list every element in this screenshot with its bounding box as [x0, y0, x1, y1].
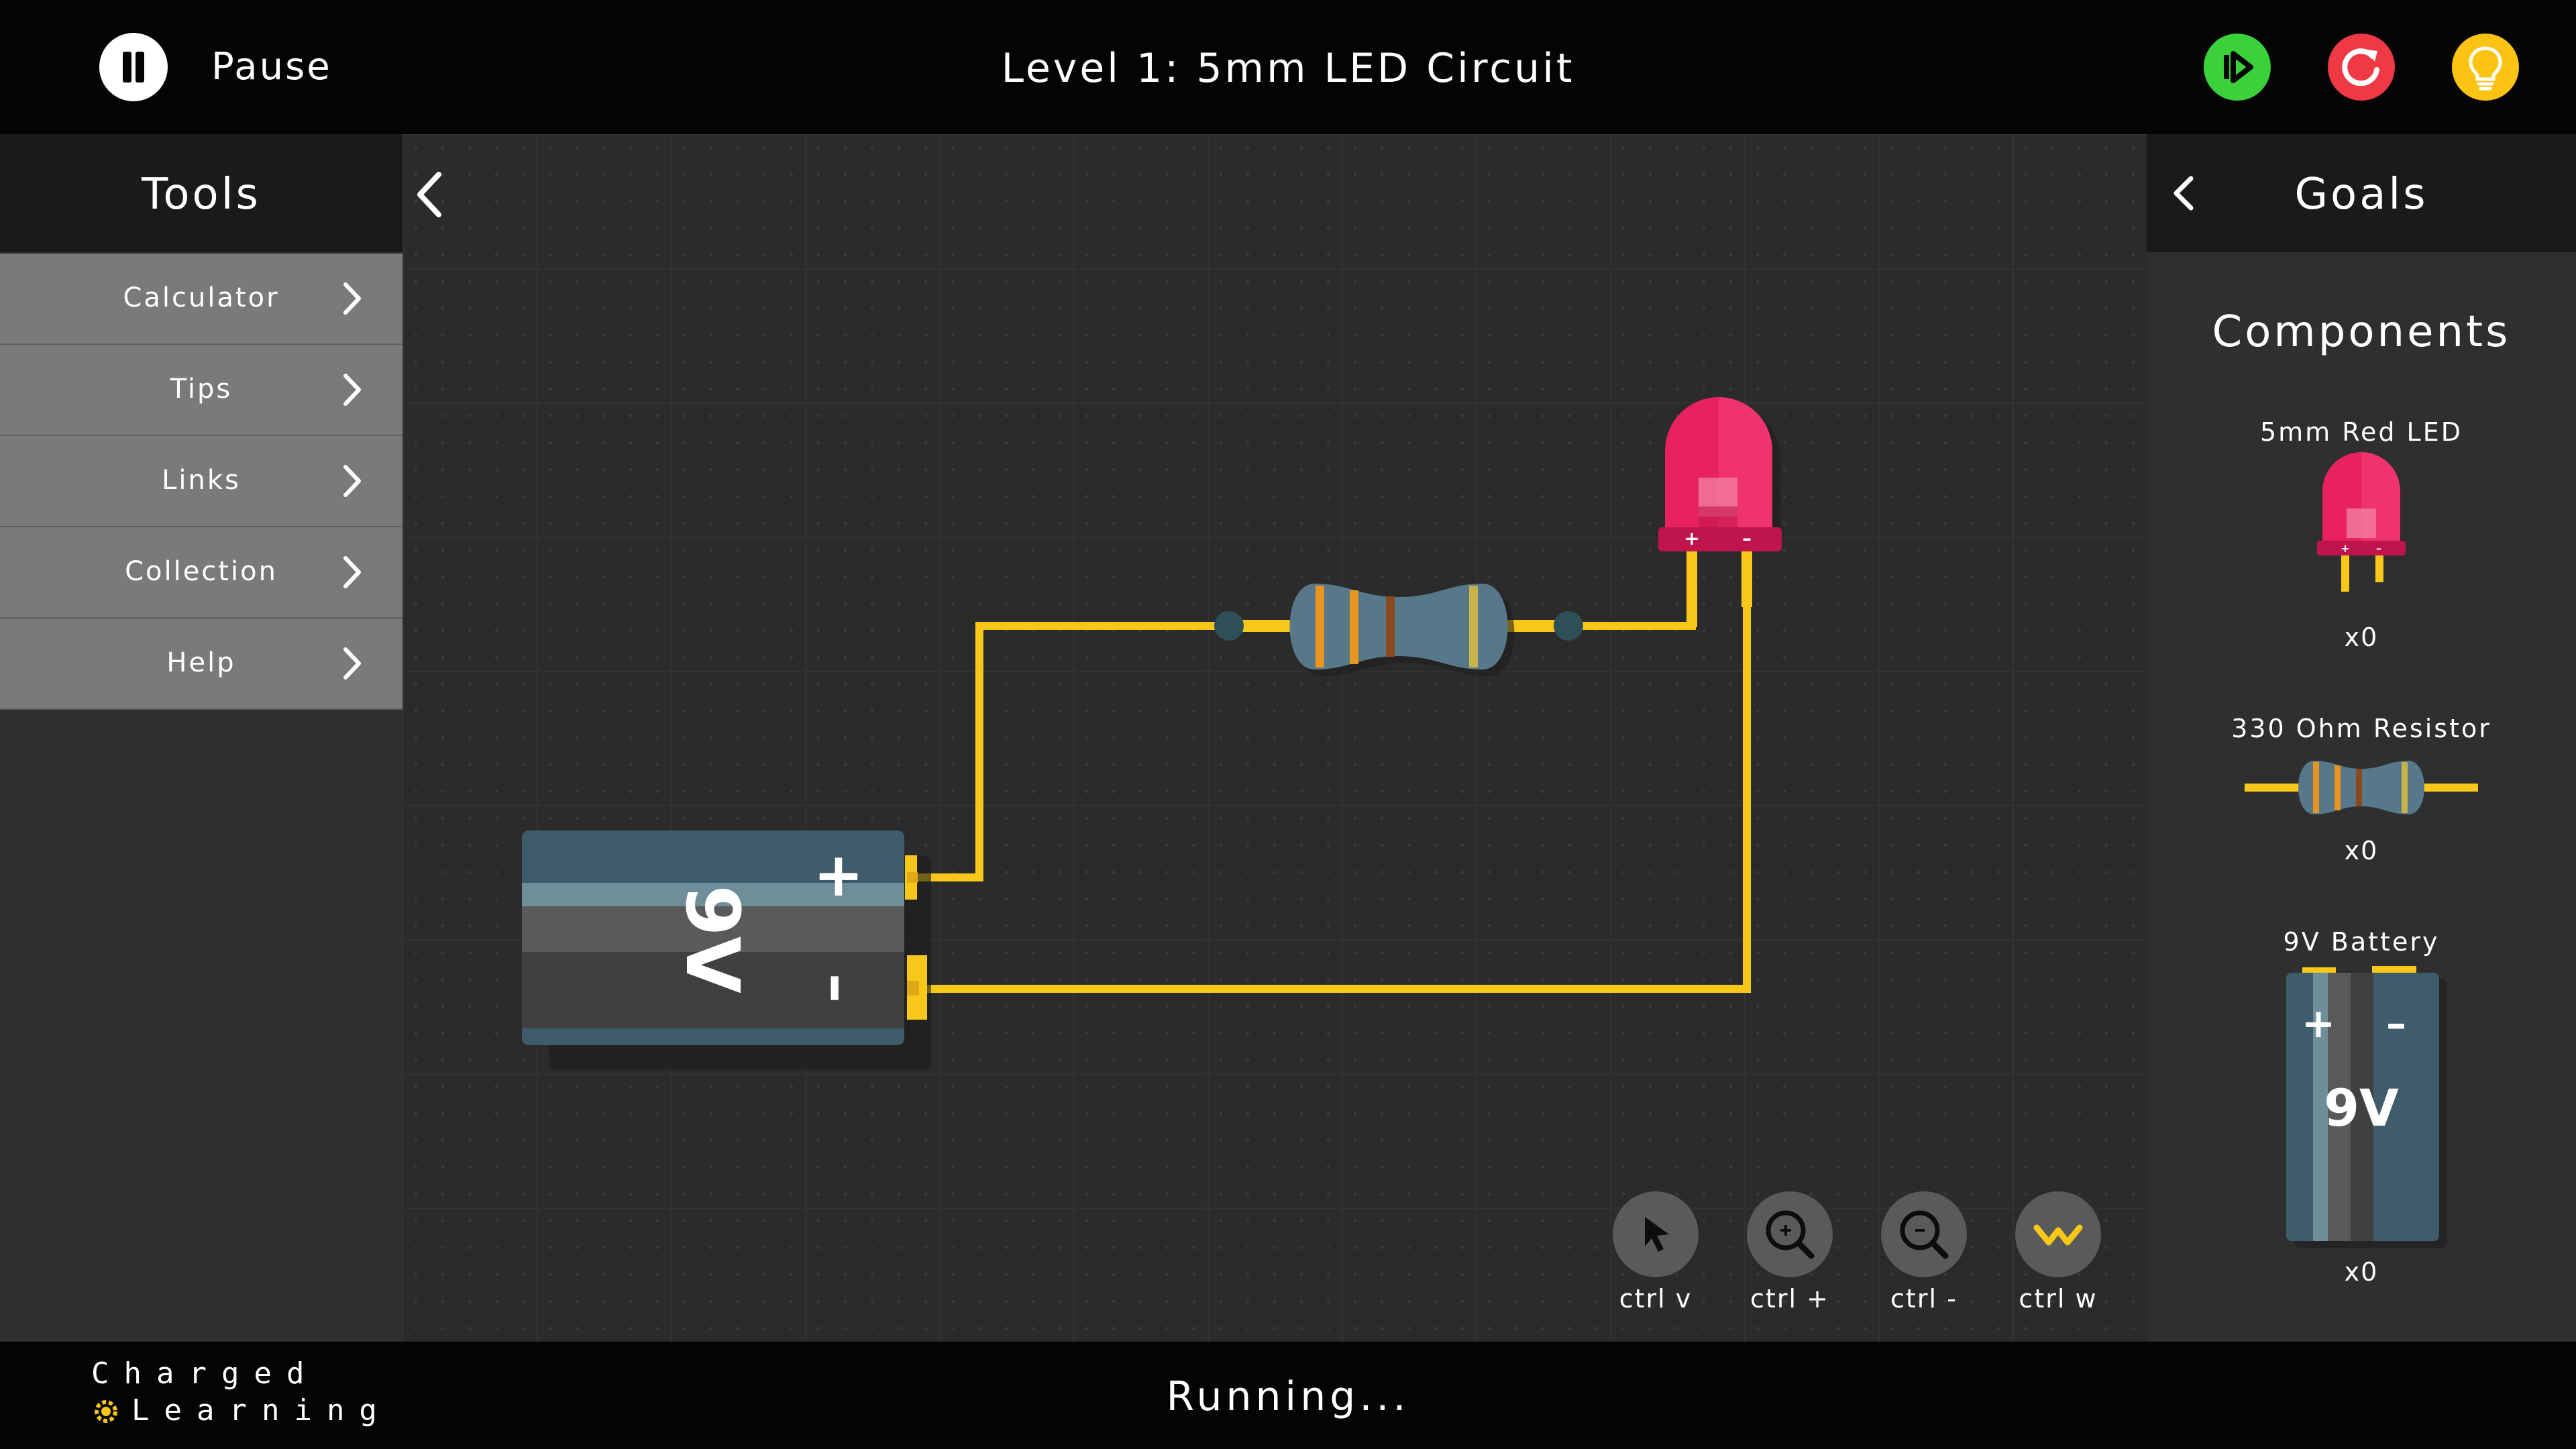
lightbulb-icon [2469, 46, 2502, 91]
battery-plus-label: + [813, 840, 863, 910]
svg-text:+: + [2341, 542, 2349, 555]
svg-text:–: – [2376, 542, 2381, 555]
collapse-goals-icon[interactable] [2167, 173, 2200, 213]
tool-item-help[interactable]: Help [0, 619, 402, 710]
goal-led-count: x0 [2344, 623, 2379, 652]
led-plus-label: + [1684, 527, 1699, 549]
battery-minus-label: – [804, 973, 874, 1004]
wire-battery-to-resistor[interactable] [912, 622, 1228, 881]
chevron-right-icon [343, 647, 361, 680]
zoom-out-button[interactable] [1881, 1191, 1967, 1277]
zoom-out-icon [1900, 1210, 1949, 1259]
tool-item-collection[interactable]: Collection [0, 527, 402, 619]
goal-led-icon: + – [2317, 452, 2406, 592]
chevron-right-icon [343, 556, 361, 588]
goal-resistor-name: 330 Ohm Resistor [2231, 714, 2491, 743]
zoom-in-button[interactable] [1747, 1191, 1833, 1277]
restart-icon [2342, 48, 2379, 87]
restart-button[interactable] [2328, 34, 2395, 101]
level-title: Level 1: 5mm LED Circuit [1001, 45, 1575, 92]
tool-item-tips[interactable]: Tips [0, 345, 402, 436]
chevron-right-icon [343, 374, 361, 406]
battery-9v[interactable]: 9V + – [522, 830, 931, 1069]
tool-item-calculator[interactable]: Calculator [0, 254, 402, 345]
resistor[interactable] [1214, 584, 1583, 676]
circuit-diagram: + – 9V + – [522, 397, 1782, 1069]
zoom-in-icon [1766, 1210, 1815, 1259]
play-button[interactable] [2204, 34, 2271, 101]
wire-resistor-to-led[interactable] [1570, 550, 1696, 630]
chevron-right-icon [343, 465, 361, 497]
play-icon [2224, 51, 2253, 83]
hint-button[interactable] [2452, 34, 2519, 101]
red-led[interactable]: + – [1658, 397, 1782, 627]
resistor-band [1350, 590, 1358, 664]
resistor-terminal[interactable] [1214, 611, 1244, 641]
goal-battery-name: 9V Battery [2283, 927, 2440, 957]
resistor-terminal[interactable] [1554, 611, 1583, 641]
select-tool-label: ctrl v [1619, 1284, 1693, 1313]
goal-resistor-icon [2245, 761, 2478, 814]
goal-battery-count: x0 [2344, 1257, 2379, 1287]
components-title: Components [2212, 307, 2511, 357]
goal-battery-minus: – [2386, 1000, 2406, 1047]
goal-led-name: 5mm Red LED [2259, 417, 2463, 447]
resistor-band [1469, 586, 1478, 667]
wire-icon [2033, 1224, 2083, 1246]
zoom-in-label: ctrl + [1750, 1284, 1829, 1313]
goal-resistor-count: x0 [2344, 836, 2379, 865]
led-minus-label: – [1742, 527, 1752, 549]
resistor-band [1386, 596, 1395, 657]
tool-item-links[interactable]: Links [0, 436, 402, 527]
wire-tool-button[interactable] [2015, 1191, 2101, 1277]
goal-battery-icon: + – 9V [2286, 966, 2447, 1248]
cursor-icon [1645, 1217, 1669, 1252]
zoom-out-label: ctrl - [1890, 1284, 1957, 1313]
tools-title: Tools [142, 170, 261, 219]
goal-battery-label: 9V [2324, 1078, 2399, 1138]
battery-voltage-label: 9V [669, 885, 755, 994]
goal-battery-plus: + [2302, 1000, 2335, 1047]
resistor-band [1316, 586, 1324, 667]
select-tool-button[interactable] [1613, 1191, 1699, 1277]
chevron-right-icon [343, 282, 361, 315]
status-text: Running... [1166, 1373, 1410, 1420]
wire-tool-label: ctrl w [2019, 1284, 2098, 1313]
goals-title: Goals [2294, 170, 2428, 219]
